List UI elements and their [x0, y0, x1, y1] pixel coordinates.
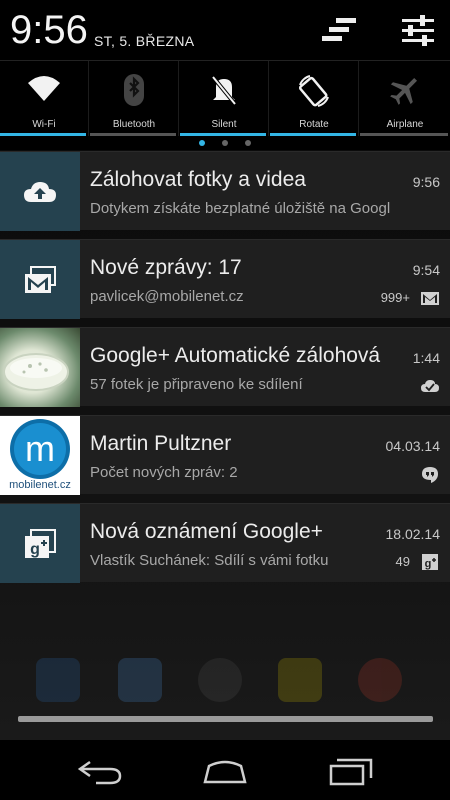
pager-dot-3[interactable] [245, 140, 251, 146]
hangouts-icon [420, 466, 440, 483]
wifi-icon [28, 76, 60, 101]
svg-text:g: g [425, 558, 432, 570]
tile-airplane[interactable]: Airplane [360, 61, 450, 137]
notification-backup[interactable]: Zálohovat fotky a videa Dotykem získáte … [0, 151, 450, 231]
notification-google-plus[interactable]: g Nová oznámení Google+ Vlastík Suchánek… [0, 503, 450, 583]
notification-title: Google+ Automatické zálohová [90, 344, 381, 367]
recents-icon[interactable] [327, 756, 375, 786]
avatar-caption: mobilenet.cz [9, 479, 71, 491]
settings-icon[interactable] [398, 12, 438, 48]
shade-drag-handle[interactable] [18, 716, 433, 722]
upload-cloud-icon [0, 152, 80, 231]
silent-icon [211, 75, 237, 106]
quick-settings-row: Wi-Fi Bluetooth Silent Rotate Airplane [0, 60, 450, 137]
notification-time: 9:56 [412, 174, 440, 190]
notification-time: 9:54 [412, 262, 440, 278]
notification-count: 999+ [380, 290, 410, 305]
notification-title: Nové zprávy: 17 [90, 256, 242, 279]
notification-title: Zálohovat fotky a videa [90, 168, 306, 191]
tile-wifi[interactable]: Wi-Fi [0, 61, 89, 137]
rotate-icon [298, 75, 329, 107]
tile-rotate[interactable]: Rotate [270, 61, 359, 137]
notification-time: 18.02.14 [385, 526, 441, 542]
mobilenet-avatar: m mobilenet.cz [0, 416, 80, 495]
notification-subtitle: Dotykem získáte bezplatné úložiště na Go… [90, 200, 391, 217]
google-plus-small-icon: g [420, 554, 440, 570]
notification-subtitle: 57 fotek je připraveno ke sdílení [90, 376, 303, 393]
gmail-icon [0, 240, 80, 319]
cloud-check-icon [420, 378, 440, 394]
status-header: 9:56 ST, 5. BŘEZNA [0, 0, 450, 60]
notification-title: Nová oznámení Google+ [90, 520, 323, 543]
mail-small-icon [420, 290, 440, 306]
tile-label-wifi: Wi-Fi [32, 119, 56, 130]
home-icon[interactable] [201, 756, 249, 786]
notification-time: 04.03.14 [385, 438, 441, 454]
tile-bluetooth[interactable]: Bluetooth [90, 61, 179, 137]
pager-dot-1[interactable] [199, 140, 205, 146]
tile-label-bluetooth: Bluetooth [112, 119, 156, 130]
quick-settings-pager [0, 136, 450, 150]
tile-label-airplane: Airplane [386, 119, 424, 130]
homescreen-dock-shadow [0, 650, 450, 706]
notification-google-plus-backup[interactable]: Google+ Automatické zálohová 57 fotek je… [0, 327, 450, 407]
quick-settings-toggle-icon[interactable] [320, 12, 360, 48]
airplane-icon [390, 77, 418, 105]
google-plus-icon: g [0, 504, 80, 583]
notification-count: 49 [395, 554, 410, 569]
notification-time: 1:44 [412, 350, 440, 366]
notification-gmail[interactable]: Nové zprávy: 17 pavlicek@mobilenet.cz 9:… [0, 239, 450, 319]
date: ST, 5. BŘEZNA [94, 33, 195, 49]
notification-hangouts[interactable]: m mobilenet.cz Martin Pultzner Počet nov… [0, 415, 450, 495]
bluetooth-icon [124, 74, 144, 106]
tile-label-silent: Silent [211, 119, 237, 130]
notification-title: Martin Pultzner [90, 432, 232, 455]
photo-thumbnail [0, 328, 80, 407]
svg-text:m: m [25, 428, 55, 469]
clock: 9:56 [10, 8, 88, 52]
svg-text:g: g [30, 541, 40, 558]
back-icon[interactable] [76, 756, 124, 786]
tile-label-rotate: Rotate [299, 119, 329, 130]
notification-subtitle: Vlastík Suchánek: Sdílí s vámi fotku [90, 552, 329, 569]
pager-dot-2[interactable] [222, 140, 228, 146]
tile-silent[interactable]: Silent [180, 61, 269, 137]
navigation-bar [0, 742, 450, 800]
notification-subtitle: Počet nových zpráv: 2 [90, 464, 238, 481]
